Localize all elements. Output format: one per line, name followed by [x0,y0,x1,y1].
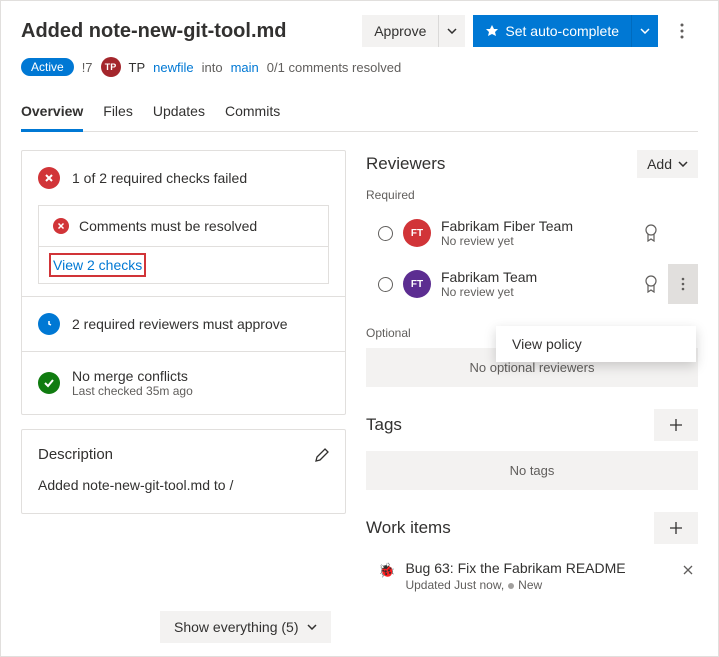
author-avatar[interactable]: TP [101,57,121,77]
work-item-row[interactable]: 🐞 Bug 63: Fix the Fabrikam README Update… [366,554,698,598]
comment-check-text: Comments must be resolved [79,218,257,234]
checks-card: 1 of 2 required checks failed Comments m… [21,150,346,415]
tab-files[interactable]: Files [103,95,133,131]
reviewer-status-radio[interactable] [378,277,393,292]
reviewer-more-button[interactable] [668,264,698,304]
merge-status-title: No merge conflicts [72,368,193,384]
chevron-down-icon [447,28,457,34]
approve-button[interactable]: Approve [362,15,465,47]
work-item-sub: Updated Just now,New [405,578,668,592]
context-menu: View policy [496,326,696,362]
check-icon [38,372,60,394]
description-heading: Description [38,446,113,463]
tags-heading: Tags [366,415,402,435]
close-icon [682,564,694,576]
pr-id: !7 [82,60,93,75]
add-reviewer-button[interactable]: Add [637,150,698,178]
add-label: Add [647,156,672,172]
work-items-section: Work items 🐞 Bug 63: Fix the Fabrikam RE… [366,512,698,598]
required-label: Required [366,188,698,202]
work-item-title: Bug 63: Fix the Fabrikam README [405,560,668,576]
reviewers-check-text: 2 required reviewers must approve [72,316,288,332]
no-tags: No tags [366,451,698,490]
required-ribbon-icon [644,275,658,293]
autocomplete-button[interactable]: Set auto-complete [473,15,658,47]
autocomplete-chevron[interactable] [631,15,658,47]
reviewer-name: Fabrikam Fiber Team [441,218,634,234]
autocomplete-icon [485,24,499,38]
plus-icon [669,418,683,432]
reviewer-avatar: FT [403,219,431,247]
description-card: Description Added note-new-git-tool.md t… [21,429,346,514]
into-text: into [202,60,223,75]
approve-chevron[interactable] [438,15,465,47]
work-items-heading: Work items [366,518,451,538]
pencil-icon [315,448,329,462]
plus-icon [669,521,683,535]
reviewers-heading: Reviewers [366,154,445,174]
more-actions-button[interactable] [666,15,698,47]
reviewer-avatar: FT [403,270,431,298]
chevron-down-icon [640,28,650,34]
error-icon [38,167,60,189]
view-checks-link[interactable]: View 2 checks [53,257,142,273]
more-vertical-icon [681,277,685,291]
checks-summary: 1 of 2 required checks failed [72,170,247,186]
source-branch-link[interactable]: newfile [153,60,193,75]
tab-updates[interactable]: Updates [153,95,205,131]
bug-icon: 🐞 [378,562,395,579]
tab-overview[interactable]: Overview [21,95,83,132]
reviewer-status: No review yet [441,234,634,248]
reviewer-name: Fabrikam Team [441,269,634,285]
target-branch-link[interactable]: main [231,60,259,75]
more-vertical-icon [680,23,684,39]
status-badge: Active [21,58,74,76]
add-work-item-button[interactable] [654,512,698,544]
description-body: Added note-new-git-tool.md to / [22,471,345,513]
autocomplete-label: Set auto-complete [505,23,619,39]
view-policy-menu-item[interactable]: View policy [512,336,680,352]
author-name: TP [129,60,146,75]
reviewer-row[interactable]: FT Fabrikam Team No review yet [366,256,698,312]
add-tag-button[interactable] [654,409,698,441]
show-everything-button[interactable]: Show everything (5) [160,611,331,643]
reviewer-status-radio[interactable] [378,226,393,241]
tags-section: Tags No tags [366,409,698,490]
chevron-down-icon [678,161,688,167]
chevron-down-icon [307,624,317,630]
comments-resolved: 0/1 comments resolved [267,60,401,75]
tabs: Overview Files Updates Commits [21,95,698,132]
show-everything-label: Show everything (5) [174,619,299,635]
required-ribbon-icon [644,224,658,242]
page-title: Added note-new-git-tool.md [21,20,354,43]
reviewer-status: No review yet [441,285,634,299]
autocomplete-main[interactable]: Set auto-complete [473,15,631,47]
clock-icon [38,313,60,335]
reviewer-row[interactable]: FT Fabrikam Fiber Team No review yet [366,210,698,256]
error-icon [53,218,69,234]
edit-description-button[interactable] [315,448,329,462]
tab-commits[interactable]: Commits [225,95,280,131]
approve-label[interactable]: Approve [362,15,438,47]
remove-work-item-button[interactable] [678,560,698,580]
merge-status-sub: Last checked 35m ago [72,384,193,398]
